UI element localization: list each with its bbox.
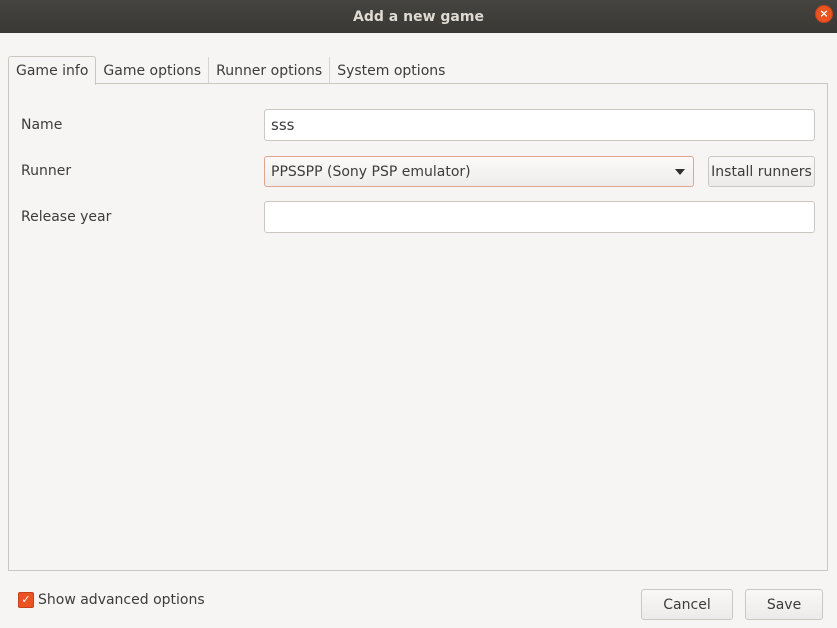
runner-selected-value: PPSSPP (Sony PSP emulator) (271, 163, 471, 180)
title-bar: Add a new game × (0, 0, 837, 33)
cancel-label: Cancel (663, 596, 711, 613)
dropdown-arrow-icon (675, 168, 685, 175)
show-advanced-options-toggle[interactable]: ✓ Show advanced options (18, 592, 205, 608)
tab-label: Runner options (216, 62, 323, 79)
runner-label: Runner (21, 163, 72, 179)
install-runners-label: Install runners (711, 163, 812, 180)
tab-label: Game options (103, 62, 202, 79)
close-button[interactable]: × (815, 5, 833, 23)
checkbox-checked-icon[interactable]: ✓ (18, 592, 34, 608)
save-button[interactable]: Save (745, 589, 823, 620)
tab-game-info[interactable]: Game info (8, 56, 97, 85)
name-field[interactable]: sss (264, 109, 815, 141)
name-value: sss (271, 116, 295, 134)
name-label: Name (21, 117, 63, 133)
release-year-field[interactable] (264, 201, 815, 233)
release-year-label: Release year (21, 209, 112, 225)
window-title: Add a new game (353, 8, 484, 25)
install-runners-button[interactable]: Install runners (708, 156, 815, 187)
cancel-button[interactable]: Cancel (641, 589, 733, 620)
tab-label: Game info (16, 63, 89, 79)
runner-dropdown[interactable]: PPSSPP (Sony PSP emulator) (264, 156, 694, 187)
close-icon: × (819, 7, 829, 20)
save-label: Save (766, 596, 802, 613)
tab-game-options[interactable]: Game options (96, 57, 210, 84)
show-advanced-options-label: Show advanced options (38, 592, 205, 608)
tab-runner-options[interactable]: Runner options (209, 57, 331, 84)
tab-system-options[interactable]: System options (330, 57, 452, 84)
tab-label: System options (337, 62, 446, 79)
tab-bar: Game info Game options Runner options Sy… (8, 56, 452, 85)
